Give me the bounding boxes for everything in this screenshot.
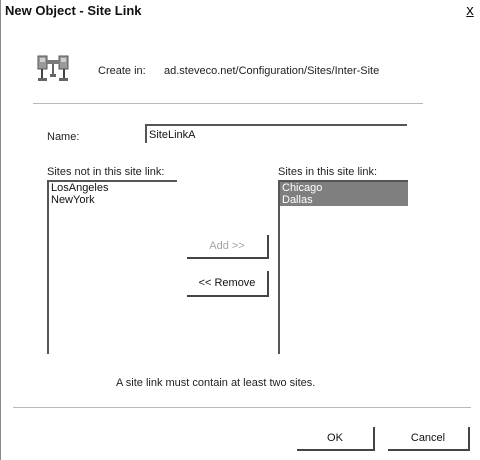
create-in-label: Create in: [98, 65, 146, 77]
list-item[interactable]: NewYork [49, 194, 177, 206]
create-in-path: ad.steveco.net/Configuration/Sites/Inter… [164, 65, 380, 77]
list-item[interactable]: Dallas [280, 194, 408, 206]
selected-sites-label: Sites in this site link: [278, 166, 378, 178]
add-button[interactable]: Add >> [187, 235, 269, 259]
separator [33, 103, 423, 104]
list-item[interactable]: LosAngeles [49, 182, 177, 194]
selected-sites-list[interactable]: Chicago Dallas [278, 180, 408, 354]
site-link-icon [37, 54, 69, 86]
ok-button[interactable]: OK [297, 427, 375, 451]
name-input[interactable] [145, 124, 407, 143]
available-sites-label: Sites not in this site link: [47, 166, 165, 178]
hint-text: A site link must contain at least two si… [116, 377, 316, 389]
separator [13, 407, 471, 408]
cancel-button[interactable]: Cancel [388, 427, 470, 451]
close-button[interactable]: x [462, 1, 478, 21]
list-item[interactable]: Chicago [280, 182, 408, 194]
title-bar: New Object - Site Link x [1, 0, 480, 26]
available-sites-list[interactable]: LosAngeles NewYork [47, 180, 177, 354]
remove-button[interactable]: << Remove [187, 271, 269, 297]
new-site-link-dialog: New Object - Site Link x Create in: ad.s… [0, 0, 480, 460]
window-title: New Object - Site Link [5, 3, 142, 18]
name-label: Name: [47, 131, 80, 143]
